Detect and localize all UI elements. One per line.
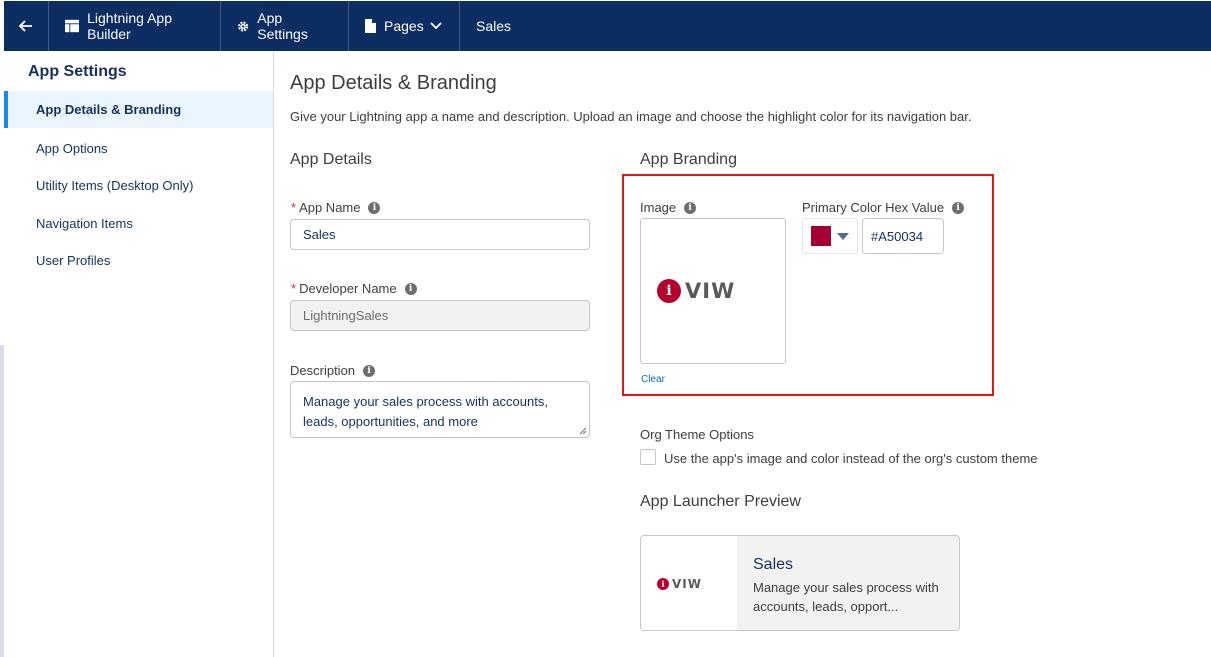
preview-logo: i VIW	[657, 577, 702, 591]
sidebar-item-navigation-items[interactable]: Navigation Items	[4, 205, 273, 242]
developer-name-input[interactable]: LightningSales	[290, 300, 590, 331]
hex-color-input[interactable]: #A50034	[862, 218, 944, 254]
back-button[interactable]	[4, 1, 49, 51]
clear-image-link[interactable]: Clear	[641, 374, 665, 385]
image-label: Image i	[640, 200, 697, 215]
description-value: Manage your sales process with accounts,…	[303, 394, 548, 429]
org-theme-checkbox-label[interactable]: Use the app's image and color instead of…	[664, 451, 1038, 466]
app-name-input[interactable]: Sales	[290, 219, 590, 250]
description-label: Description i	[290, 363, 376, 378]
org-theme-checkbox[interactable]	[640, 449, 656, 465]
app-details-heading: App Details	[290, 151, 372, 168]
pages-dropdown[interactable]: Pages	[349, 1, 460, 51]
page-subtitle: Give your Lightning app a name and descr…	[290, 109, 972, 124]
page-name-label: Sales	[476, 18, 512, 34]
settings-label: App Settings	[257, 10, 308, 42]
resize-handle-icon[interactable]	[579, 427, 587, 435]
org-theme-checkbox-text: Use the app's image and color instead of…	[664, 451, 1038, 466]
info-icon[interactable]: i	[363, 364, 376, 377]
caret-down-icon	[837, 232, 849, 240]
logo-mark-icon: i	[657, 578, 669, 590]
description-textarea[interactable]: Manage your sales process with accounts,…	[290, 381, 590, 438]
developer-name-label-text: Developer Name	[299, 281, 397, 296]
gear-icon	[238, 20, 249, 32]
app-name-label-text: App Name	[299, 200, 361, 215]
preview-logo-text: VIW	[672, 577, 702, 591]
sidebar-item-user-profiles[interactable]: User Profiles	[4, 242, 273, 279]
required-asterisk: *	[291, 281, 297, 296]
color-picker-button[interactable]	[802, 218, 858, 254]
info-icon[interactable]: i	[952, 201, 965, 214]
hex-color-value: #A50034	[871, 228, 924, 244]
logo-mark-icon: i	[657, 279, 681, 303]
sidebar-item-label: App Options	[36, 141, 108, 156]
app-launcher-preview-card: i VIW Sales Manage your sales process wi…	[640, 535, 960, 631]
info-icon[interactable]: i	[684, 201, 697, 214]
preview-description: Manage your sales process with accounts,…	[753, 580, 939, 614]
sidebar-item-label: Utility Items (Desktop Only)	[36, 178, 194, 193]
developer-name-label: * Developer Name i	[291, 281, 417, 296]
image-upload-box[interactable]: i VIW	[640, 218, 786, 364]
color-swatch	[811, 226, 831, 246]
required-asterisk: *	[291, 200, 297, 215]
description-label-text: Description	[290, 363, 356, 378]
app-name-value: Sales	[303, 227, 336, 242]
brand-logo: i VIW	[657, 279, 735, 303]
page-icon	[365, 19, 376, 33]
preview-logo-area: i VIW	[641, 536, 737, 630]
builder-label: Lightning App Builder	[87, 10, 172, 42]
app-name-label: * App Name i	[291, 200, 381, 215]
app-settings-button[interactable]: App Settings	[221, 1, 349, 51]
primary-color-label: Primary Color Hex Value i	[802, 200, 965, 215]
sidebar-item-utility-items[interactable]: Utility Items (Desktop Only)	[4, 167, 273, 204]
primary-color-label-text: Primary Color Hex Value	[802, 200, 945, 215]
lightning-app-builder-button[interactable]: Lightning App Builder	[49, 1, 221, 51]
chevron-down-icon	[430, 22, 442, 30]
sidebar: App Settings App Details & Branding App …	[4, 51, 274, 657]
top-bar: Lightning App Builder App Settings Pages…	[4, 1, 1211, 51]
arrow-left-icon	[19, 20, 32, 32]
sidebar-item-label: App Details & Branding	[36, 102, 182, 117]
sidebar-item-app-details-branding[interactable]: App Details & Branding	[4, 91, 273, 128]
sidebar-title: App Settings	[28, 63, 127, 80]
preview-title: Sales	[753, 556, 794, 573]
app-branding-heading: App Branding	[640, 151, 737, 168]
pages-label: Pages	[384, 18, 424, 34]
page-title: App Details & Branding	[290, 72, 497, 94]
info-icon[interactable]: i	[404, 282, 417, 295]
org-theme-label-text: Org Theme Options	[640, 427, 754, 442]
info-icon[interactable]: i	[368, 201, 381, 214]
sidebar-item-label: Navigation Items	[36, 216, 133, 231]
developer-name-value: LightningSales	[303, 308, 389, 323]
app-launcher-preview-heading: App Launcher Preview	[640, 493, 801, 510]
logo-text: VIW	[685, 279, 736, 303]
layout-icon	[65, 19, 80, 33]
org-theme-label: Org Theme Options	[640, 427, 754, 442]
page-name: Sales	[460, 1, 527, 51]
image-label-text: Image	[640, 200, 677, 215]
sidebar-item-label: User Profiles	[36, 253, 111, 268]
sidebar-item-app-options[interactable]: App Options	[4, 130, 273, 167]
